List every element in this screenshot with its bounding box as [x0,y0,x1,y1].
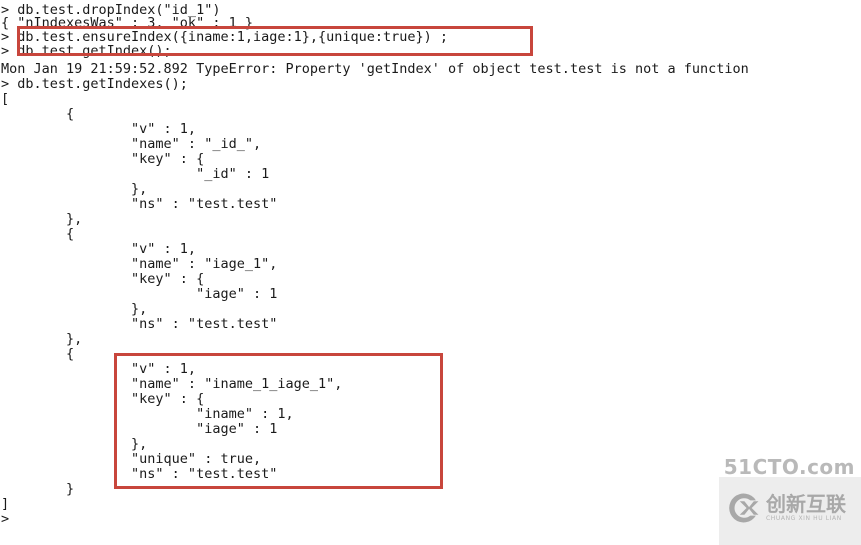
terminal-line: { [1,346,75,362]
terminal-line: > [1,511,18,527]
terminal-line: }, [1,331,83,347]
terminal-line: "key" : { [1,271,205,287]
terminal-line: "unique" : true, [1,451,262,467]
terminal-line: }, [1,181,148,197]
terminal-line: "key" : { [1,151,205,167]
terminal-line: }, [1,301,148,317]
terminal-line: "ns" : "test.test" [1,316,278,332]
terminal-line: "ns" : "test.test" [1,196,278,212]
terminal-line: "name" : "iname_1_iage_1", [1,376,343,392]
terminal-line: "_id" : 1 [1,166,270,182]
terminal-line: "v" : 1, [1,121,197,137]
terminal-line: Mon Jan 19 21:59:52.892 TypeError: Prope… [1,61,749,77]
terminal-line: "name" : "iage_1", [1,256,278,272]
terminal-line: "iage" : 1 [1,286,278,302]
terminal-line: "v" : 1, [1,241,197,257]
terminal-line: > db.test.getIndex(); [1,43,172,59]
terminal-line: "key" : { [1,391,205,407]
terminal-line: "ns" : "test.test" [1,466,278,482]
terminal-line: "v" : 1, [1,361,197,377]
terminal-console[interactable]: > db.test.dropIndex("id_1"){ "nIndexesWa… [0,0,861,545]
terminal-line: }, [1,436,148,452]
terminal-line: { [1,226,75,242]
terminal-line: "iname" : 1, [1,406,294,422]
terminal-line: > db.test.getIndexes(); [1,76,188,92]
terminal-line: }, [1,211,83,227]
terminal-line: "name" : "_id_", [1,136,262,152]
terminal-line: ] [1,496,10,512]
terminal-line: [ [1,91,10,107]
terminal-line: { [1,106,75,122]
terminal-line: } [1,481,75,497]
terminal-line: "iage" : 1 [1,421,278,437]
